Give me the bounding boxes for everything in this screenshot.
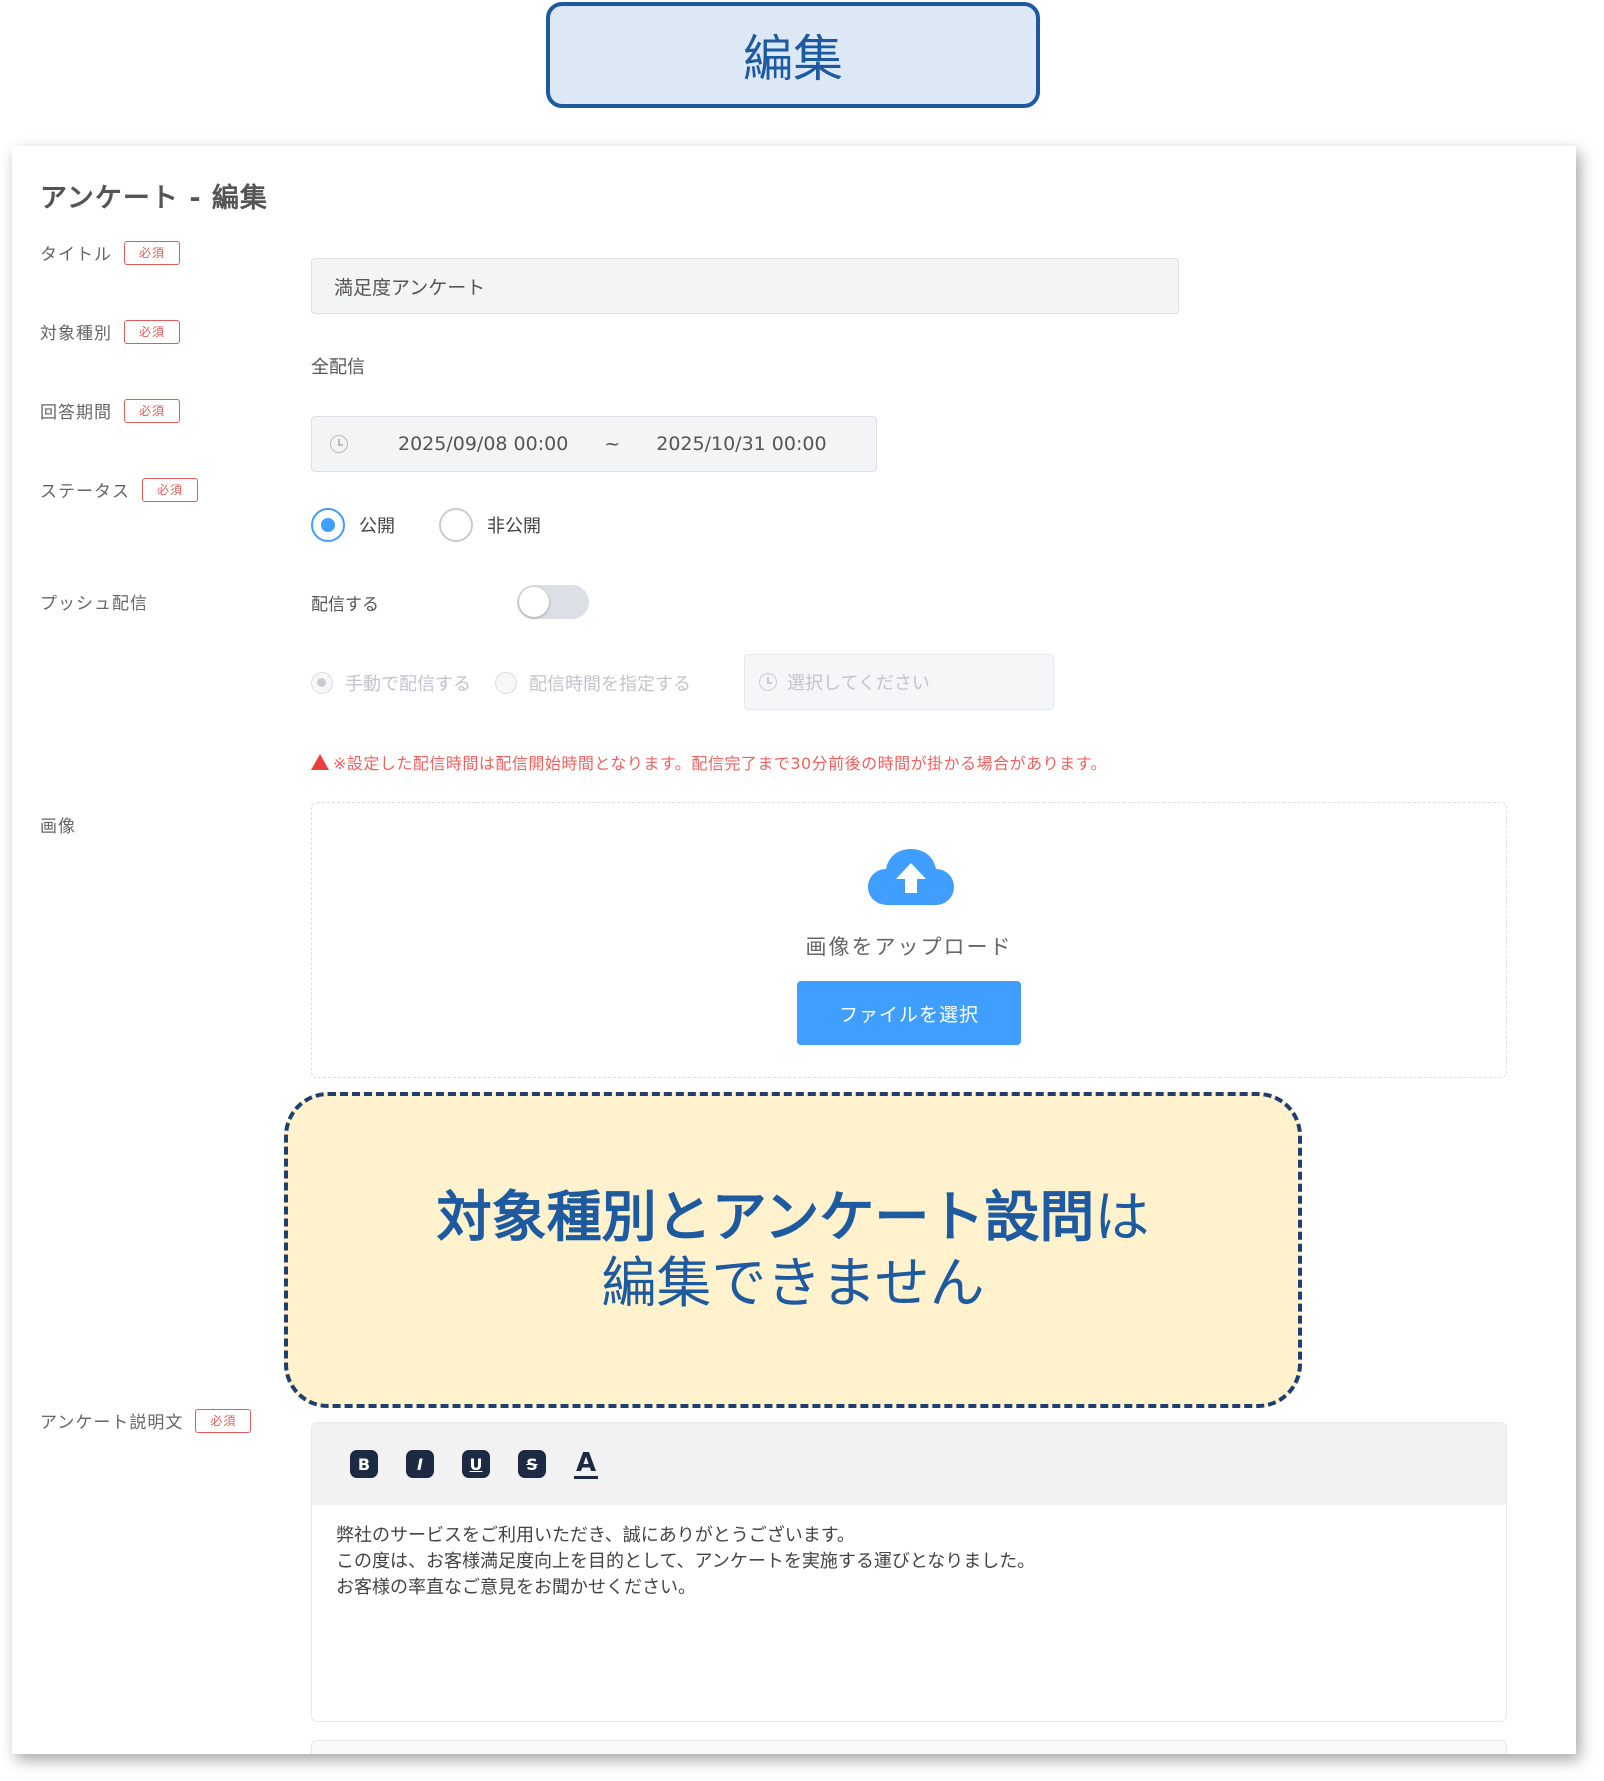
period-start[interactable]: 2025/09/08 00:00 [398,433,568,455]
push-label: プッシュ配信 [40,594,148,614]
required-badge: 必須 [195,1408,252,1433]
not-editable-note: 対象種別とアンケート設問は 編集できません [284,1092,1302,1408]
push-warning: ※設定した配信時間は配信開始時間となります。配信完了まで30分前後の時間が掛かる… [311,750,1107,774]
status-label-row: ステータス 必須 [40,477,199,502]
period-label-row: 回答期間 必須 [40,398,181,423]
required-badge: 必須 [124,240,181,265]
push-manual-radio[interactable] [311,672,333,694]
required-badge: 必須 [124,319,181,344]
upload-text: 画像をアップロード [805,935,1013,959]
image-upload-dropzone[interactable]: 画像をアップロード ファイルを選択 [311,802,1507,1078]
description-line: この度は、お客様満足度向上を目的として、アンケートを実施する運びとなりました。 [336,1551,1036,1572]
period-end[interactable]: 2025/10/31 00:00 [656,433,826,455]
period-label: 回答期間 [40,403,112,423]
editor-content[interactable]: 弊社のサービスをご利用いただき、誠にありがとうございます。 この度は、お客様満足… [312,1505,1506,1619]
description-label-row: アンケート説明文 必須 [40,1408,252,1433]
cloud-upload-icon [868,849,954,905]
edit-badge: 編集 [546,2,1040,108]
required-badge: 必須 [142,477,199,502]
description-line: 弊社のサービスをご利用いただき、誠にありがとうございます。 [336,1525,855,1546]
next-field-partial [311,1740,1507,1754]
note-line-2: 編集できません [601,1251,985,1315]
target-label: 対象種別 [40,324,112,344]
description-rich-text-editor[interactable]: B I U S A 弊社のサービスをご利用いただき、誠にありがとうございます。 … [311,1422,1507,1722]
description-line: お客様の率直なご意見をお聞かせください。 [336,1577,696,1598]
status-private-radio[interactable] [439,508,473,542]
push-scheduled-radio[interactable] [495,672,517,694]
note-bold-text: 対象種別とアンケート設問 [436,1185,1095,1249]
period-date-range-picker[interactable]: 2025/09/08 00:00 ~ 2025/10/31 00:00 [311,416,877,472]
push-toggle[interactable] [517,585,589,619]
image-label: 画像 [40,817,76,837]
warning-icon [311,754,329,770]
status-private-label[interactable]: 非公開 [487,512,541,538]
period-separator: ~ [604,433,621,455]
clock-icon [330,435,348,453]
title-label-row: タイトル 必須 [40,240,181,265]
underline-icon[interactable]: U [462,1450,490,1478]
strikethrough-icon[interactable]: S [518,1450,546,1478]
choose-file-button[interactable]: ファイルを選択 [797,981,1021,1045]
title-input[interactable]: 満足度アンケート [311,258,1179,314]
push-time-select[interactable]: 選択してください [744,654,1054,710]
note-line-1: 対象種別とアンケート設問は [437,1184,1150,1250]
push-scheduled-label[interactable]: 配信時間を指定する [529,670,691,696]
push-manual-label[interactable]: 手動で配信する [345,670,471,696]
target-value: 全配信 [311,357,365,378]
editor-toolbar: B I U S A [312,1423,1506,1505]
image-label-row: 画像 [40,812,76,837]
toggle-knob [519,587,549,617]
title-input-value: 満足度アンケート [334,276,486,299]
italic-icon[interactable]: I [406,1450,434,1478]
page-title: アンケート - 編集 [40,183,268,214]
status-label: ステータス [40,482,130,502]
title-label: タイトル [40,245,112,265]
status-radio-group: 公開 非公開 [311,508,541,542]
bold-icon[interactable]: B [350,1450,378,1478]
push-time-placeholder: 選択してください [787,673,930,694]
push-mode-radio-group: 手動で配信する 配信時間を指定する [311,670,691,696]
push-toggle-label: 配信する [311,595,379,615]
required-badge: 必須 [124,398,181,423]
status-public-radio[interactable] [311,508,345,542]
clock-icon [759,673,777,691]
text-color-icon[interactable]: A [574,1448,598,1479]
push-label-row: プッシュ配信 [40,589,148,614]
target-label-row: 対象種別 必須 [40,319,181,344]
status-public-label[interactable]: 公開 [359,512,395,538]
note-particle: は [1094,1185,1150,1249]
description-label: アンケート説明文 [40,1413,184,1433]
survey-edit-panel: アンケート - 編集 タイトル 必須 満足度アンケート 対象種別 必須 全配信 … [12,146,1576,1754]
push-warning-text: ※設定した配信時間は配信開始時間となります。配信完了まで30分前後の時間が掛かる… [333,754,1108,773]
